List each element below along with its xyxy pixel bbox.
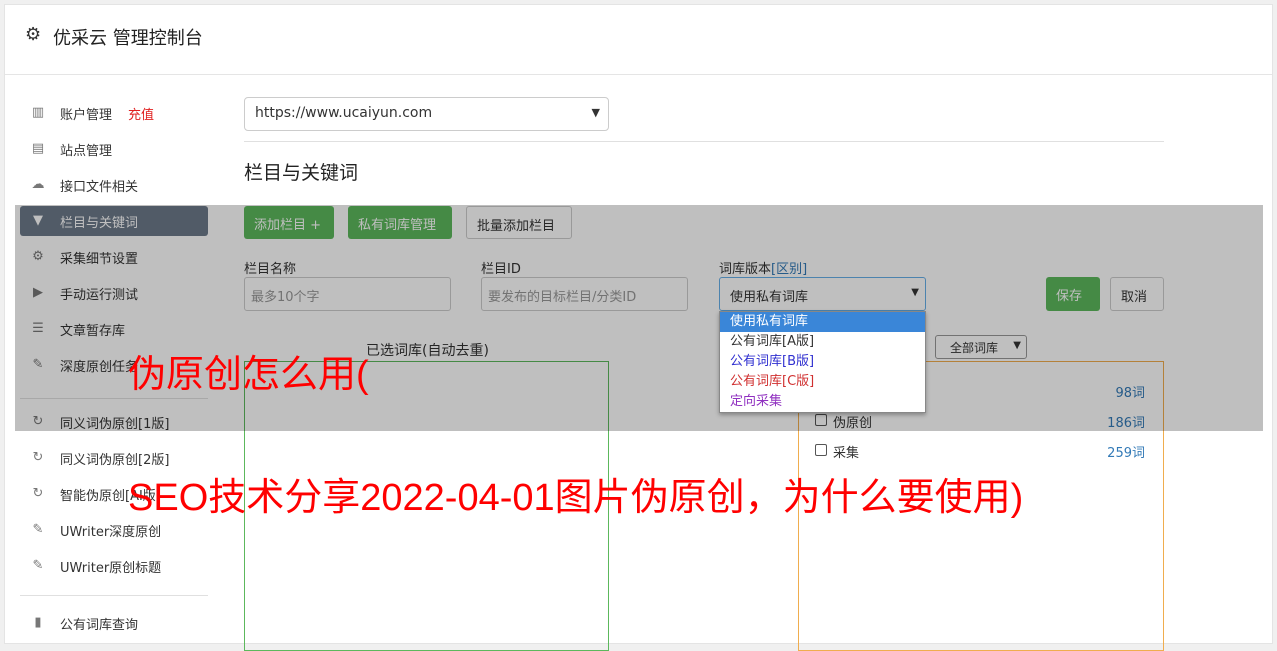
column-name-label: 栏目名称 bbox=[244, 262, 297, 277]
site-select[interactable]: https://www.ucaiyun.com ▼ bbox=[244, 97, 609, 131]
bulk-add-button[interactable]: 批量添加栏目 bbox=[466, 206, 572, 239]
dropdown-option[interactable]: 定向采集 bbox=[720, 392, 925, 412]
sidebar-item-label: 文章暂存库 bbox=[60, 324, 126, 339]
library-count: 98词 bbox=[1115, 386, 1145, 401]
edit-icon: ✎ bbox=[32, 558, 44, 573]
chevron-down-icon: ▼ bbox=[911, 287, 919, 298]
dropdown-option[interactable]: 使用私有词库 bbox=[720, 312, 925, 332]
filter-icon: ▼ bbox=[33, 213, 43, 228]
sidebar-item-label: 手动运行测试 bbox=[60, 288, 139, 303]
database-icon: ☰ bbox=[32, 321, 44, 336]
diff-link[interactable]: [区别] bbox=[771, 262, 807, 277]
sidebar-divider bbox=[20, 398, 208, 399]
gear-icon: ⚙ bbox=[25, 24, 42, 45]
sidebar-item[interactable]: ↻ 同义词伪原创[1版] bbox=[20, 407, 208, 437]
site-select-value: https://www.ucaiyun.com bbox=[255, 105, 433, 121]
page-header: ⚙ 优采云 管理控制台 bbox=[5, 5, 1272, 75]
page-title: 优采云 管理控制台 bbox=[53, 28, 203, 49]
lib-version-label: 词库版本[区别] bbox=[719, 262, 808, 277]
refresh-icon: ↻ bbox=[32, 450, 44, 465]
section-title: 栏目与关键词 bbox=[244, 162, 359, 184]
library-name: 采集 bbox=[833, 446, 860, 461]
column-id-label: 栏目ID bbox=[481, 262, 521, 277]
play-circle-icon: ▶ bbox=[33, 285, 43, 300]
library-name: 伪原创 bbox=[833, 416, 873, 431]
selected-lib-label: 已选词库(自动去重) bbox=[366, 343, 489, 359]
lib-filter-select[interactable]: 全部词库 ▼ bbox=[935, 335, 1027, 359]
library-count: 259词 bbox=[1107, 446, 1145, 461]
sidebar-divider bbox=[20, 595, 208, 596]
sidebar-item-label: 同义词伪原创[1版] bbox=[60, 417, 170, 432]
sidebar-item[interactable]: ☰ 文章暂存库 bbox=[20, 314, 208, 344]
sidebar-item[interactable]: ✎ UWriter原创标题 bbox=[20, 551, 208, 581]
lib-version-dropdown: 使用私有词库 公有词库[A版] 公有词库[B版] 公有词库[C版] 定向采集 bbox=[719, 311, 926, 413]
private-lib-button[interactable]: 私有词库管理 bbox=[348, 206, 452, 239]
library-row: 伪原创 186词 bbox=[815, 411, 1145, 431]
cloud-upload-icon: ☁ bbox=[31, 177, 45, 192]
column-id-input[interactable]: 要发布的目标栏目/分类ID bbox=[481, 277, 688, 311]
column-name-input[interactable]: 最多10个字 bbox=[244, 277, 451, 311]
bar-chart-icon: ▥ bbox=[31, 105, 45, 120]
cancel-button[interactable]: 取消 bbox=[1110, 277, 1164, 311]
sidebar-item-label: 采集细节设置 bbox=[60, 252, 139, 267]
sidebar-item-label: UWriter原创标题 bbox=[60, 561, 162, 576]
divider bbox=[244, 141, 1164, 142]
sidebar-item[interactable]: ⚙ 采集细节设置 bbox=[20, 242, 208, 272]
edit-icon: ✎ bbox=[32, 357, 44, 372]
recharge-link[interactable]: 充值 bbox=[128, 104, 154, 123]
edit-icon: ✎ bbox=[32, 522, 44, 537]
sidebar-item-label: UWriter深度原创 bbox=[60, 525, 162, 540]
dropdown-option[interactable]: 公有词库[C版] bbox=[720, 372, 925, 392]
sidebar-item-label: 站点管理 bbox=[60, 144, 113, 159]
lib-version-select[interactable]: 使用私有词库 ▼ bbox=[719, 277, 926, 311]
library-count: 186词 bbox=[1107, 416, 1145, 431]
sidebar-item[interactable]: ▮ 公有词库查询 bbox=[20, 608, 208, 638]
chevron-down-icon: ▼ bbox=[1013, 340, 1021, 351]
dropdown-option[interactable]: 公有词库[B版] bbox=[720, 352, 925, 372]
sidebar-item-label: 账户管理 bbox=[60, 108, 113, 123]
save-button[interactable]: 保存 bbox=[1046, 277, 1100, 311]
sidebar-item[interactable]: ▤ 站点管理 bbox=[20, 134, 208, 164]
cogs-icon: ⚙ bbox=[32, 249, 44, 264]
library-row: 采集 259词 bbox=[815, 441, 1145, 461]
book-icon: ▮ bbox=[34, 615, 42, 630]
library-checkbox[interactable] bbox=[815, 414, 827, 426]
sidebar-item-label: 栏目与关键词 bbox=[60, 216, 139, 231]
sidebar-item-label: 公有词库查询 bbox=[60, 618, 139, 633]
chevron-down-icon: ▼ bbox=[591, 106, 600, 119]
server-icon: ▤ bbox=[31, 141, 45, 156]
lib-filter-value: 全部词库 bbox=[950, 341, 999, 355]
refresh-icon: ↻ bbox=[32, 414, 44, 429]
sidebar-item[interactable]: ▥ 账户管理 充值 bbox=[20, 98, 208, 128]
library-checkbox[interactable] bbox=[815, 444, 827, 456]
watermark-line-1: 伪原创怎么用( bbox=[128, 354, 369, 396]
dropdown-option[interactable]: 公有词库[A版] bbox=[720, 332, 925, 352]
watermark-line-2: SEO技术分享2022-04-01图片伪原创，为什么要使用) bbox=[128, 477, 1024, 519]
refresh-icon: ↻ bbox=[32, 486, 44, 501]
sidebar-item[interactable]: ▼ 栏目与关键词 bbox=[20, 206, 208, 236]
add-column-button[interactable]: 添加栏目 + bbox=[244, 206, 334, 239]
sidebar-item-label: 深度原创任务 bbox=[60, 360, 139, 375]
sidebar-item[interactable]: ☁ 接口文件相关 bbox=[20, 170, 208, 200]
lib-version-value: 使用私有词库 bbox=[730, 290, 809, 305]
sidebar-item-label: 接口文件相关 bbox=[60, 180, 139, 195]
sidebar-item[interactable]: ▶ 手动运行测试 bbox=[20, 278, 208, 308]
